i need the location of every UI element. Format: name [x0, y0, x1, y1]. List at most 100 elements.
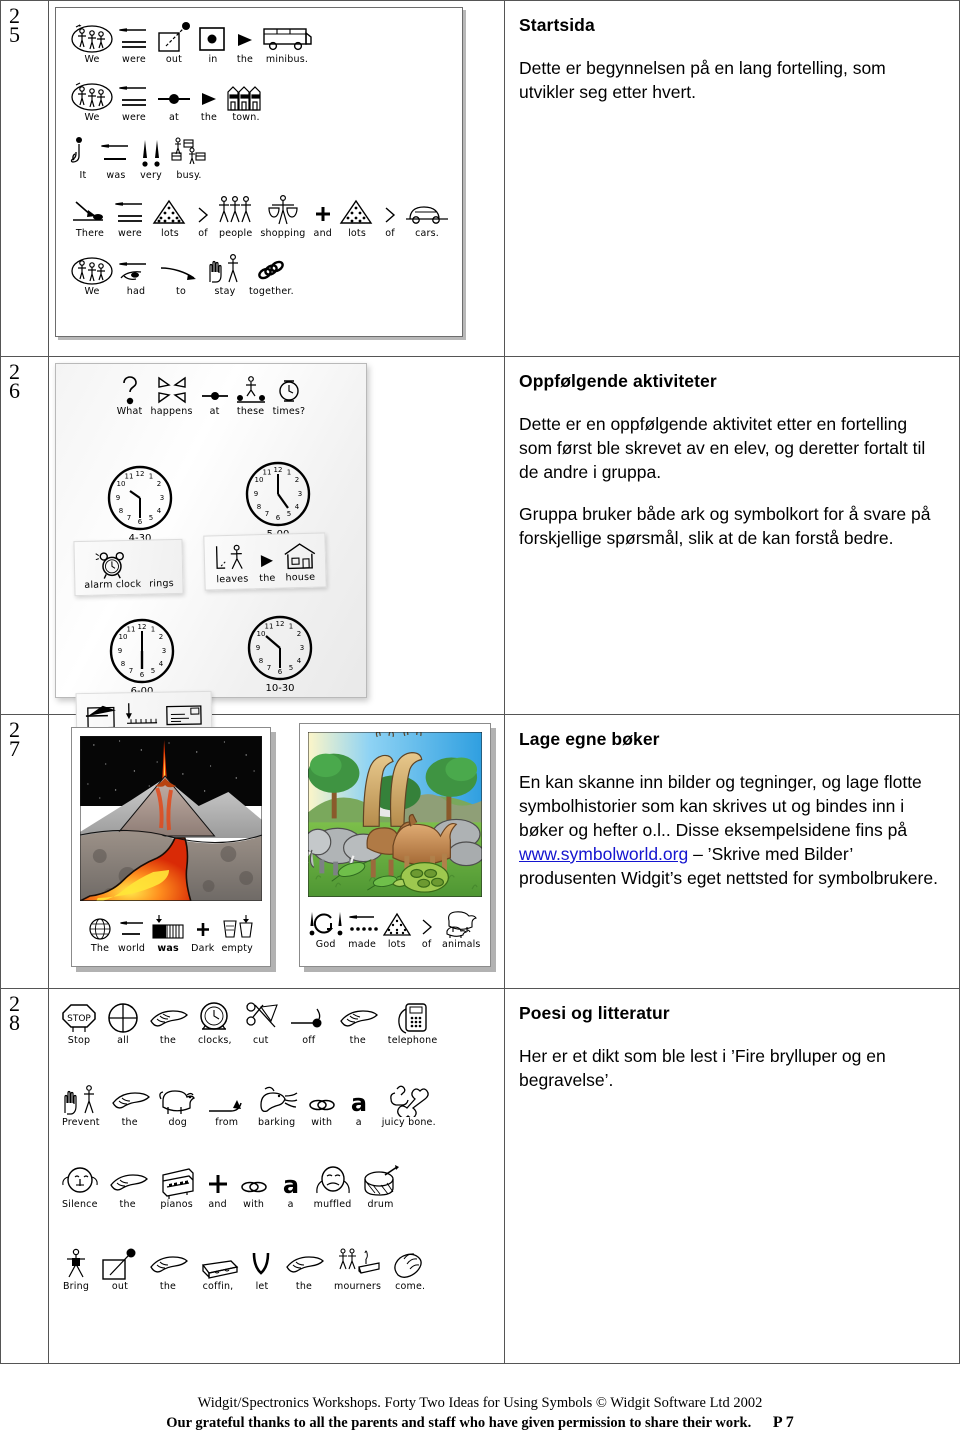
equals-past-arrow-icon — [116, 20, 152, 54]
symbol-word: We — [70, 78, 114, 124]
symbol-sentence: STOP Stop all the clocks, cut off the te… — [59, 1001, 500, 1047]
symbol-word-label: alarm clock — [84, 578, 142, 591]
symbol-word: with — [237, 1165, 271, 1211]
to-curved-arrow-icon — [158, 252, 204, 286]
symbol-word-label: of — [421, 939, 432, 950]
symbol-word: the — [283, 1247, 325, 1293]
question-sentence: What happens at these times? — [64, 372, 358, 418]
symbol-word: all — [105, 1001, 141, 1047]
symbol-word-label: We — [84, 54, 100, 65]
symbol-word: happens — [147, 372, 195, 418]
double-exclamation-icon — [136, 136, 166, 170]
symbol-word-label: let — [255, 1281, 269, 1292]
symbol-sentence: It was very busy. — [70, 136, 454, 182]
symbol-word-label: stay — [214, 286, 236, 297]
svg-text:1: 1 — [151, 626, 155, 634]
svg-text:12: 12 — [138, 623, 147, 631]
symbol-word: lots — [150, 194, 190, 240]
symbol-word: the — [147, 1247, 189, 1293]
symbol-word: muffled — [311, 1165, 355, 1211]
symbol-word-label: rings — [149, 578, 174, 590]
svg-text:2: 2 — [297, 630, 301, 638]
symbol-word: telephone — [385, 1001, 441, 1047]
coffin-icon — [195, 1247, 241, 1281]
svg-text:3: 3 — [162, 647, 166, 655]
symbol-word: the — [107, 1165, 149, 1211]
symbol-cell-26: What happens at these times? 12 1 2 3 4 … — [48, 356, 505, 749]
happens-arrows-icon — [156, 372, 188, 406]
svg-text:5: 5 — [151, 667, 155, 675]
symbolworld-link[interactable]: www.symbolworld.org — [519, 844, 688, 864]
symbol-word-label: was — [157, 943, 179, 954]
symbol-word-label: made — [348, 939, 377, 950]
analog-clock-icon: 12 12 345 678 91011 — [109, 618, 175, 684]
black-triangle-pointer-icon — [232, 20, 258, 54]
had-hand-icon — [116, 252, 156, 286]
symbol-word: animals — [441, 905, 482, 951]
symbol-word-label: with — [243, 1199, 265, 1210]
symbol-word-label: God — [315, 939, 336, 950]
symbol-word-label: of — [385, 228, 395, 239]
muffled-face-icon — [313, 1165, 353, 1199]
symbol-word: barking — [255, 1083, 299, 1129]
svg-text:1: 1 — [149, 473, 153, 481]
symbol-word-label: from — [215, 1117, 239, 1128]
symbol-word: Bring — [59, 1247, 93, 1293]
symbol-word: had — [116, 252, 156, 298]
table-row: 2 7 The world was Dark empty God made lo… — [0, 714, 960, 989]
svg-text:a: a — [283, 1171, 299, 1199]
symbol-word: people — [216, 194, 255, 240]
plus-icon — [205, 1165, 231, 1199]
symbol-word-label: coffin, — [202, 1281, 234, 1292]
page-title: Startsida — [519, 15, 595, 35]
lots-triangle-icon — [150, 194, 190, 228]
row-number: 2 8 — [1, 989, 48, 1034]
symbol-sheet-28: STOP Stop all the clocks, cut off the te… — [59, 1001, 500, 1293]
shopping-bags-icon — [263, 194, 303, 228]
symbol-word: the — [254, 539, 279, 586]
out-of-box-icon — [154, 20, 194, 54]
svg-text:4: 4 — [157, 507, 162, 515]
symbol-word: the — [109, 1083, 151, 1129]
clock-item: 12 1 2 345 678 9 10 11 4-30 — [106, 464, 174, 544]
symbol-word: together. — [246, 252, 297, 298]
svg-text:6: 6 — [276, 514, 281, 522]
description-text: Gruppa bruker både ark og symbolkort for… — [519, 504, 931, 548]
row-number-cell-28: 2 8 — [0, 988, 49, 1364]
symbol-word-label: at — [169, 112, 179, 123]
from-arrow-icon — [205, 1083, 249, 1117]
svg-text:2: 2 — [295, 476, 299, 484]
symbol-word-label: dog — [168, 1117, 187, 1128]
letter-a-icon: a — [277, 1165, 305, 1199]
symbol-word-label: these — [236, 406, 265, 417]
symbol-word: were — [112, 194, 148, 240]
svg-text:7: 7 — [129, 667, 133, 675]
analog-clock-icon: 12 12 345 678 91011 — [245, 461, 311, 527]
symbol-word: The — [86, 909, 114, 955]
symbol-word-label: lots — [387, 939, 406, 950]
three-people-icon — [217, 194, 255, 228]
symbol-word: at — [154, 78, 194, 124]
footer-copyright: Widgit/Spectronics Workshops. Forty Two … — [197, 1395, 763, 1411]
scissors-cut-icon — [241, 1001, 281, 1035]
svg-text:12: 12 — [274, 466, 283, 474]
in-box-icon — [196, 20, 230, 54]
there-arrow-ground-icon — [70, 194, 110, 228]
past-dash-icon — [98, 136, 134, 170]
symbol-word-label: were — [122, 112, 146, 123]
clock-watch-icon — [274, 372, 304, 406]
symbol-cell-25: We were out in the minibus. We were at t… — [48, 0, 505, 357]
symbol-word-label: of — [198, 228, 208, 239]
symbol-word-label: juicy bone. — [381, 1117, 436, 1128]
symbol-word: at — [198, 372, 232, 418]
prevent-hand-person-icon — [61, 1083, 101, 1117]
mantel-clock-icon — [196, 1001, 234, 1035]
symbol-word: world — [115, 909, 148, 955]
svg-text:8: 8 — [259, 657, 263, 665]
symbol-sentence: There were lots of people shopping and l… — [70, 194, 454, 240]
greater-than-icon — [417, 905, 437, 939]
symbol-sentence: alarm clock rings — [81, 544, 177, 592]
symbol-word: rings — [145, 544, 177, 591]
symbol-sentence: leaves the house — [210, 538, 319, 587]
svg-text:11: 11 — [265, 623, 274, 631]
